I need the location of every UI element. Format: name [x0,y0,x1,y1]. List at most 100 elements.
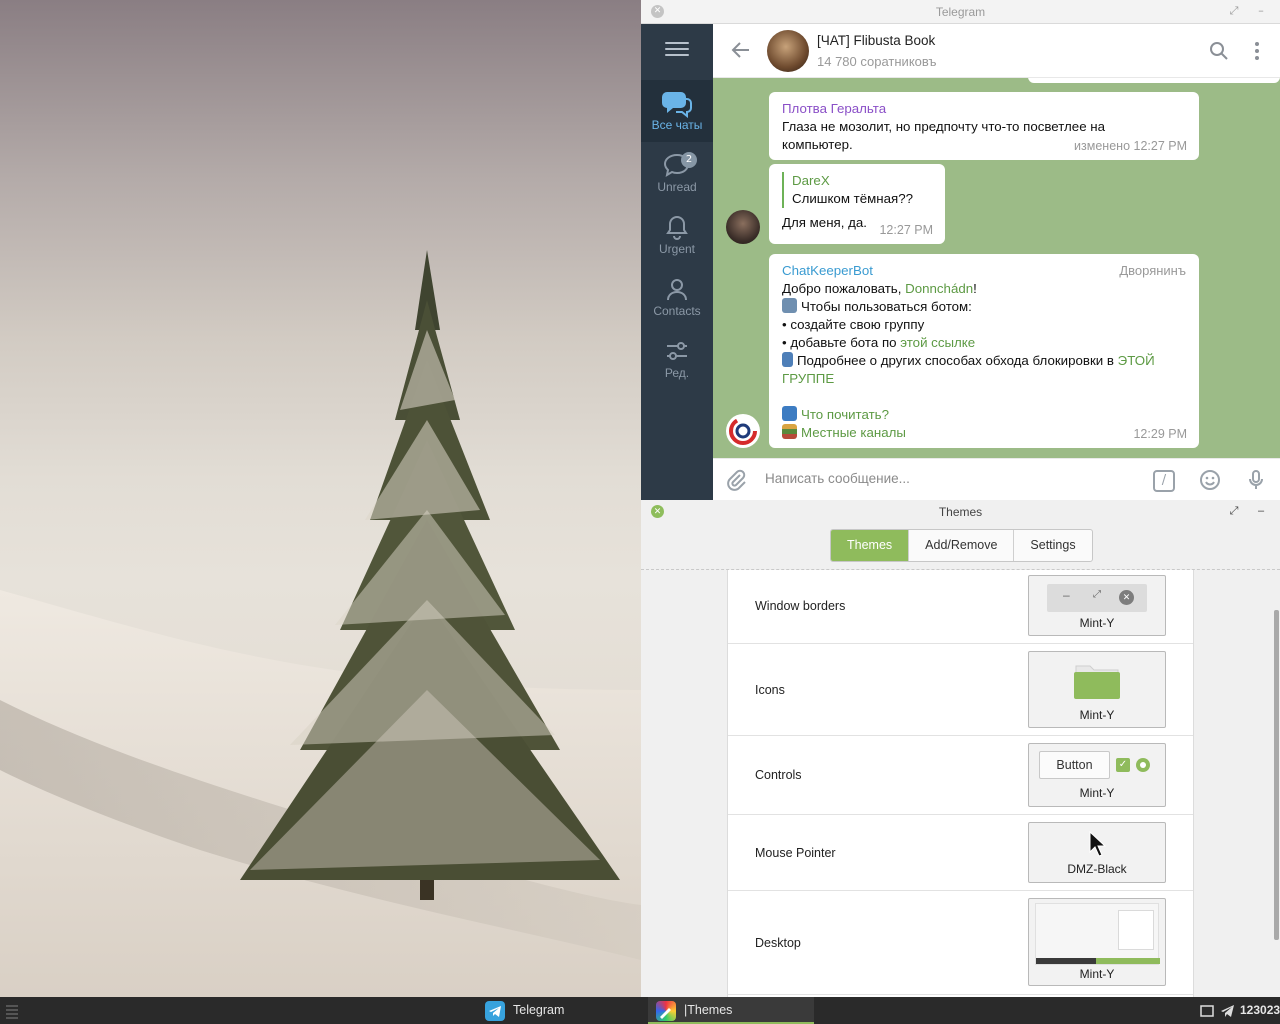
bot-invite-link[interactable]: этой ссылке [900,335,975,350]
close-window-button[interactable]: ✕ [651,5,664,18]
message-line: Местные каналы [782,424,1186,442]
phone-emoji-icon [782,352,793,367]
row-label: Mouse Pointer [755,846,836,860]
message-bubble[interactable]: Плотва Геральта Глаза не мозолит, но пре… [769,92,1199,160]
local-channels-link[interactable]: Местные каналы [801,425,906,440]
maximize-button[interactable]: ⤢ [1227,503,1241,519]
desktop-preview-button[interactable]: Mint-Y [1028,898,1166,986]
message-line: Чтобы пользоваться ботом: [782,298,1186,316]
microphone-icon[interactable] [1245,469,1267,495]
emoji-smile-icon[interactable] [1199,469,1221,495]
reply-quote[interactable]: DareX Слишком тёмная?? [782,172,932,208]
taskbar-item-telegram[interactable]: Telegram [477,997,643,1024]
row-label: Window borders [755,599,846,613]
snowy-pine-tree-image [0,250,641,997]
folder-label: Contacts [653,304,701,318]
tab-themes[interactable]: Themes [831,530,910,561]
chat-title[interactable]: [ЧАТ] Flibusta Book [817,33,935,48]
maximize-button[interactable]: ⤢ [1227,3,1241,19]
themes-titlebar[interactable]: ✕ Themes ⤢ – [641,500,1280,524]
taskbar-item-label: Telegram [513,1003,565,1017]
desktop-wallpaper [0,0,641,997]
user-avatar[interactable] [726,210,760,244]
controls-preview-button[interactable]: Button ✓ Mint-Y [1028,743,1166,807]
folder-label: Ред. [664,366,690,380]
icons-preview-button[interactable]: Mint-Y [1028,651,1166,728]
theme-name: Mint-Y [1079,967,1115,981]
chat-avatar[interactable] [767,30,809,72]
close-window-button[interactable]: ✕ [651,505,664,518]
message-bubble-partial [1028,78,1280,83]
message-input[interactable]: Написать сообщение... [765,471,910,486]
message-line: Что почитать? [782,406,1186,424]
theme-row-controls: Controls Button ✓ Mint-Y [728,736,1193,815]
message-sender[interactable]: Плотва Геральта [782,100,1186,118]
minimize-button[interactable]: – [1254,503,1268,519]
taskbar-item-themes[interactable]: |Themes [648,997,814,1024]
mouse-pointer-preview-button[interactable]: DMZ-Black [1028,822,1166,883]
bot-avatar[interactable] [726,414,760,448]
chats-icon [641,88,713,119]
hamburger-menu-icon[interactable] [665,42,689,60]
folder-all-chats[interactable]: Все чаты [641,80,713,142]
folder-label: Urgent [658,242,696,256]
message-bubble[interactable]: DareX Слишком тёмная?? Для меня, да. 12:… [769,164,945,244]
minimize-button[interactable]: – [1254,3,1268,19]
window-borders-preview-button[interactable]: – ⤢ ✕ Mint-Y [1028,575,1166,636]
message-line: Добро пожаловать, Donnchádn! [782,281,977,296]
theme-row-icons: Icons Mint-Y [728,644,1193,736]
folder-unread[interactable]: 2 Unread [641,142,713,204]
edit-sliders-icon [641,336,713,366]
books-emoji-icon [782,424,797,439]
blue-book-emoji-icon [782,406,797,421]
folder-label: Unread [657,180,697,194]
taskbar: Telegram |Themes 123023 [0,997,1280,1024]
window-title: Telegram [935,5,986,19]
paperclip-attach-icon[interactable] [725,469,747,495]
telegram-tray-icon[interactable] [1220,1004,1235,1021]
folder-contacts[interactable]: Contacts [641,266,713,328]
theme-name: Mint-Y [1079,786,1115,800]
chat-member-count: 14 780 соратниковъ [817,54,937,69]
row-label: Icons [755,683,785,697]
message-bubble[interactable]: ChatKeeperBot Дворянинъ Добро пожаловать… [769,254,1199,448]
message-list[interactable]: Плотва Геральта Глаза не мозолит, но пре… [713,78,1280,458]
tab-add-remove[interactable]: Add/Remove [909,530,1015,561]
window-list-icon[interactable] [1200,1004,1214,1021]
tab-settings[interactable]: Settings [1014,530,1091,561]
scrollbar-thumb[interactable] [1274,610,1279,940]
bell-icon [641,212,713,242]
titlebar-preview: – ⤢ ✕ [1047,584,1147,612]
reply-sender: DareX [792,173,830,188]
unread-bubble-icon [641,150,713,180]
search-icon[interactable] [1209,41,1229,65]
folder-icon [1074,665,1120,699]
folder-edit[interactable]: Ред. [641,328,713,390]
more-options-icon[interactable] [1253,41,1261,65]
window-title: Themes [938,505,983,519]
back-arrow-icon[interactable] [731,40,751,64]
clock: 123023 [1240,1003,1280,1017]
telegram-titlebar[interactable]: ✕ Telegram ⤢ – [641,0,1280,24]
member-rank-badge: Дворянинъ [1119,263,1186,278]
message-composer: Написать сообщение... / [713,458,1280,500]
telegram-window: ✕ Telegram ⤢ – Все чаты 2 Unread Urgent [641,0,1280,500]
sample-button: Button [1039,751,1110,779]
bot-commands-button[interactable]: / [1153,470,1175,492]
theme-name: DMZ-Black [1067,862,1127,876]
theme-row-desktop: Desktop Mint-Y [728,891,1193,995]
user-mention-link[interactable]: Donnchádn [905,281,973,296]
message-line: • добавьте бота по этой ссылке [782,335,976,350]
themes-list: Window borders – ⤢ ✕ Mint-Y Icons Mint-Y… [727,570,1194,997]
taskbar-item-label: |Themes [684,1003,733,1017]
themes-window: ✕ Themes ⤢ – Themes Add/Remove Settings … [641,500,1280,997]
robot-emoji-icon [782,298,797,313]
message-time: 12:29 PM [1133,427,1187,441]
what-to-read-link[interactable]: Что почитать? [801,407,889,422]
themes-icon [656,1001,676,1021]
start-menu-icon[interactable] [6,1005,18,1021]
theme-name: Mint-Y [1079,708,1115,722]
themes-scroll-area[interactable]: Window borders – ⤢ ✕ Mint-Y Icons Mint-Y… [641,569,1280,997]
folder-urgent[interactable]: Urgent [641,204,713,266]
reply-text: Слишком тёмная?? [792,191,914,206]
